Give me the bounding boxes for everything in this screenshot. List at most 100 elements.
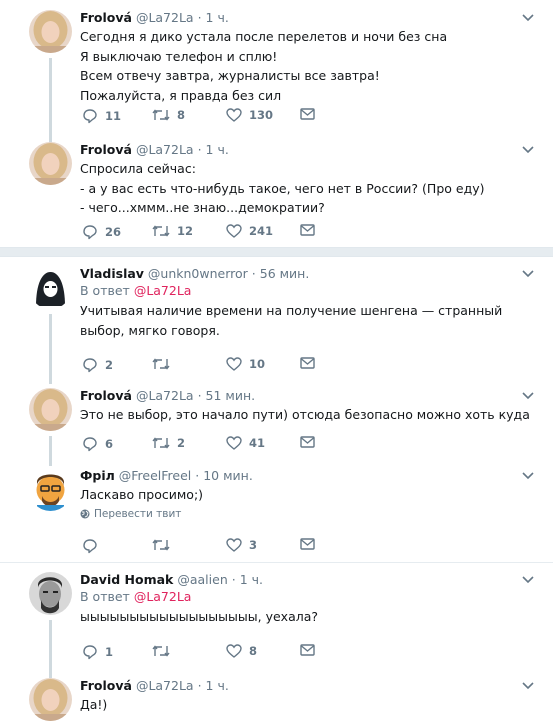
author-name[interactable]: Frolová: [80, 678, 132, 693]
direct-message-button[interactable]: [300, 108, 315, 120]
author-handle[interactable]: @aalien: [177, 572, 227, 587]
author-name[interactable]: Frolová: [80, 142, 132, 157]
tweet-header: Vladislav @unkn0wnerror · 56 мин.: [80, 266, 535, 281]
retweet-button[interactable]: [152, 357, 177, 371]
avatar[interactable]: [29, 10, 72, 53]
direct-message-button[interactable]: [300, 224, 315, 236]
tweet-header: Frolová @La72La · 1 ч.: [80, 142, 535, 157]
chevron-down-icon[interactable]: [521, 678, 535, 692]
author-name[interactable]: Frolová: [80, 10, 132, 25]
like-button[interactable]: 3: [226, 538, 257, 552]
retweet-icon: [152, 358, 170, 370]
conversation-feed: Frolová @La72La · 1 ч. Сегодня я дико ус…: [0, 0, 553, 726]
author-handle[interactable]: @FreelFreel: [119, 468, 192, 483]
like-count: 241: [249, 224, 274, 238]
author-name[interactable]: Vladislav: [80, 266, 144, 281]
author-handle[interactable]: @La72La: [136, 678, 194, 693]
retweet-count: 2: [177, 436, 186, 450]
like-count: 130: [249, 108, 274, 122]
reply-button[interactable]: 1: [82, 644, 113, 660]
globe-icon: [80, 509, 90, 518]
avatar[interactable]: [29, 142, 72, 185]
like-button[interactable]: 41: [226, 436, 265, 450]
heart-icon: [226, 357, 242, 371]
tweet-actions: 1 8: [82, 644, 322, 662]
reply-button[interactable]: 11: [82, 108, 121, 124]
author-handle[interactable]: @La72La: [136, 10, 194, 25]
direct-message-button[interactable]: [300, 538, 315, 550]
reply-to-mention[interactable]: @La72La: [134, 283, 192, 298]
like-button[interactable]: 241: [226, 224, 273, 238]
tweet-time[interactable]: 1 ч.: [206, 142, 229, 157]
author-name[interactable]: Фріл: [80, 468, 115, 483]
reply-count: 6: [105, 437, 114, 451]
tweet[interactable]: David Homak @aalien · 1 ч. В ответ @La72…: [0, 572, 553, 678]
tweet[interactable]: Frolová @La72La · 1 ч. Да!): [0, 678, 553, 726]
reply-button[interactable]: 26: [82, 224, 121, 240]
thread-line: [49, 314, 52, 384]
chevron-down-icon[interactable]: [521, 142, 535, 156]
reply-icon: [83, 645, 97, 660]
avatar[interactable]: [29, 468, 72, 511]
thread-line: [49, 58, 52, 146]
chevron-down-icon[interactable]: [521, 10, 535, 24]
retweet-icon: [152, 437, 170, 449]
tweet-time[interactable]: 10 мин.: [203, 468, 253, 483]
tweet-text: Сегодня я дико устала после перелетов и …: [80, 29, 448, 103]
like-button[interactable]: 130: [226, 108, 273, 122]
chevron-down-icon[interactable]: [521, 266, 535, 280]
direct-message-button[interactable]: [300, 357, 315, 369]
tweet-time[interactable]: 1 ч.: [206, 678, 229, 693]
like-button[interactable]: 10: [226, 357, 265, 371]
reply-button[interactable]: [82, 538, 105, 554]
reply-to-mention[interactable]: @La72La: [134, 589, 192, 604]
tweet-header: Frolová @La72La · 51 мин.: [80, 388, 535, 403]
author-name[interactable]: Frolová: [80, 388, 132, 403]
tweet-time[interactable]: 56 мин.: [260, 266, 310, 281]
retweet-button[interactable]: 8: [152, 108, 185, 122]
retweet-button[interactable]: [152, 538, 177, 552]
author-handle[interactable]: @La72La: [136, 388, 194, 403]
avatar[interactable]: [29, 678, 72, 721]
retweet-button[interactable]: 12: [152, 224, 193, 238]
tweet-actions: 6 2 41: [82, 436, 322, 454]
tweet-time[interactable]: 51 мин.: [206, 388, 256, 403]
tweet-text: Спросила сейчас: - а у вас есть что-нибу…: [80, 161, 485, 215]
reply-count: 26: [105, 225, 122, 239]
retweet-button[interactable]: [152, 644, 177, 658]
tweet[interactable]: Frolová @La72La · 1 ч. Спросила сейчас: …: [0, 142, 553, 242]
avatar[interactable]: [29, 266, 72, 309]
author-handle[interactable]: @La72La: [136, 142, 194, 157]
chevron-down-icon[interactable]: [521, 468, 535, 482]
chevron-down-icon[interactable]: [521, 388, 535, 402]
author-handle[interactable]: @unkn0wnerror: [148, 266, 248, 281]
tweet-actions: 26 12 241: [82, 224, 322, 242]
separator-dot: ·: [197, 388, 202, 403]
tweet-header: Frolová @La72La · 1 ч.: [80, 10, 535, 25]
separator-dot: ·: [197, 10, 202, 25]
author-name[interactable]: David Homak: [80, 572, 173, 587]
tweet[interactable]: Фріл @FreelFreel · 10 мин. Ласкаво проси…: [0, 468, 553, 556]
separator-dot: ·: [231, 572, 236, 587]
tweet[interactable]: Frolová @La72La · 51 мин. Это не выбор, …: [0, 388, 553, 466]
avatar[interactable]: [29, 388, 72, 431]
translate-tweet-link[interactable]: Перевести твит: [80, 508, 535, 520]
direct-message-button[interactable]: [300, 644, 315, 656]
tweet-header: Фріл @FreelFreel · 10 мин.: [80, 468, 535, 483]
like-count: 10: [249, 357, 266, 371]
separator-dot: ·: [195, 468, 200, 483]
tweet-time[interactable]: 1 ч.: [240, 572, 263, 587]
reply-button[interactable]: 2: [82, 357, 113, 373]
like-button[interactable]: 8: [226, 644, 257, 658]
reply-count: 2: [105, 358, 114, 372]
retweet-button[interactable]: 2: [152, 436, 185, 450]
chevron-down-icon[interactable]: [521, 572, 535, 586]
avatar[interactable]: [29, 572, 72, 615]
tweet-time[interactable]: 1 ч.: [206, 10, 229, 25]
reply-button[interactable]: 6: [82, 436, 113, 452]
tweet[interactable]: Frolová @La72La · 1 ч. Сегодня я дико ус…: [0, 10, 553, 146]
reply-count: 1: [105, 645, 114, 659]
tweet[interactable]: Vladislav @unkn0wnerror · 56 мин. В отве…: [0, 266, 553, 384]
separator-dot: ·: [197, 142, 202, 157]
direct-message-button[interactable]: [300, 436, 315, 448]
